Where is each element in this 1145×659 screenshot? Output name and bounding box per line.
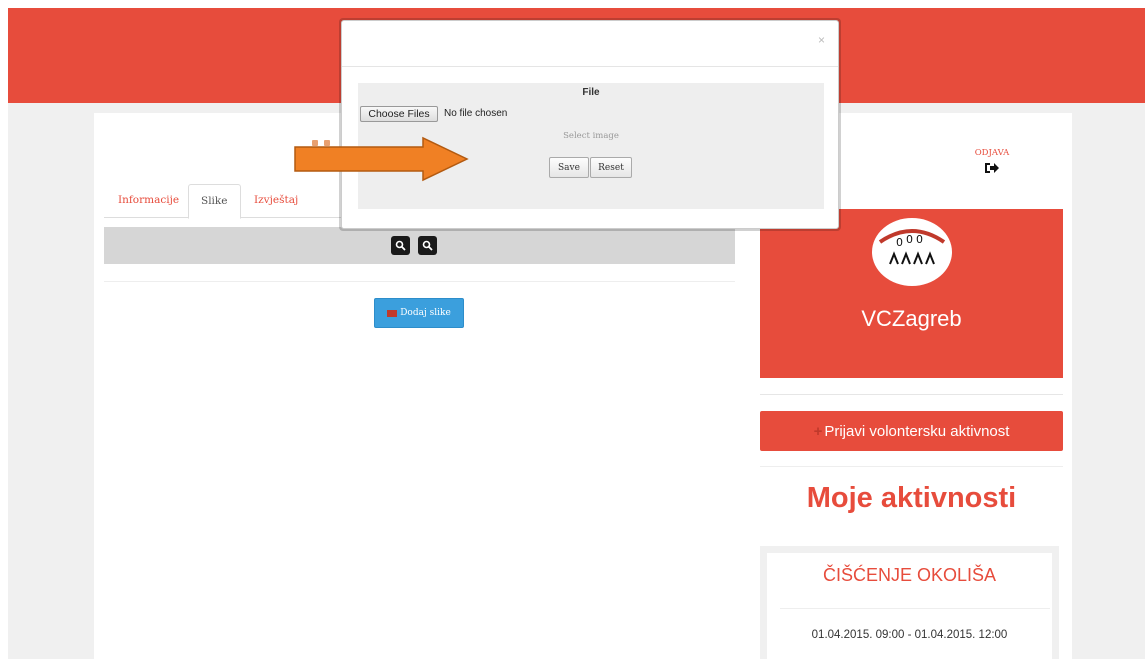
image-icon — [387, 309, 398, 317]
save-button[interactable]: Save — [549, 157, 589, 178]
organization-name: VCZagreb — [861, 306, 962, 331]
activity-dates: 01.04.2015. 09:00 - 01.04.2015. 12:00 — [811, 629, 1008, 641]
reset-button[interactable]: Reset — [590, 157, 632, 178]
arrow-annotation — [294, 136, 469, 182]
file-status-text: No file chosen — [444, 108, 508, 119]
svg-text:0: 0 — [906, 233, 913, 246]
svg-text:0: 0 — [896, 236, 903, 249]
my-activities-title: Moje aktivnosti — [806, 482, 1017, 514]
svg-text:0: 0 — [916, 233, 923, 246]
divider — [780, 608, 1050, 609]
report-activity-button[interactable]: + Prijavi volontersku aktivnost — [760, 411, 1063, 451]
report-activity-label: Prijavi volontersku aktivnost — [824, 422, 1010, 440]
tab-informacije[interactable]: Informacije — [106, 184, 191, 218]
sign-out-icon — [985, 163, 999, 173]
tab-izvjestaj[interactable]: Izvještaj — [242, 184, 310, 218]
divider — [760, 466, 1063, 467]
tab-slike[interactable]: Slike — [188, 184, 241, 219]
zoom-in-icon[interactable] — [391, 236, 410, 255]
close-icon[interactable]: × — [818, 33, 825, 47]
organization-logo: 0 0 0 — [872, 218, 952, 286]
modal-header-divider — [342, 66, 838, 67]
choose-files-button[interactable]: Choose Files — [360, 106, 438, 122]
logout-link[interactable]: ODJAVA — [960, 148, 1024, 175]
add-images-button[interactable]: Dodaj slike — [374, 298, 464, 328]
divider — [104, 281, 735, 282]
modal-title: File — [582, 87, 600, 98]
activity-name[interactable]: ČIŠĆENJE OKOLIŠA — [767, 565, 1052, 586]
divider — [760, 394, 1063, 395]
zoom-out-icon[interactable] — [418, 236, 437, 255]
plus-icon: + — [813, 422, 823, 440]
logout-label: ODJAVA — [974, 148, 1010, 158]
add-images-label: Dodaj slike — [400, 308, 451, 318]
